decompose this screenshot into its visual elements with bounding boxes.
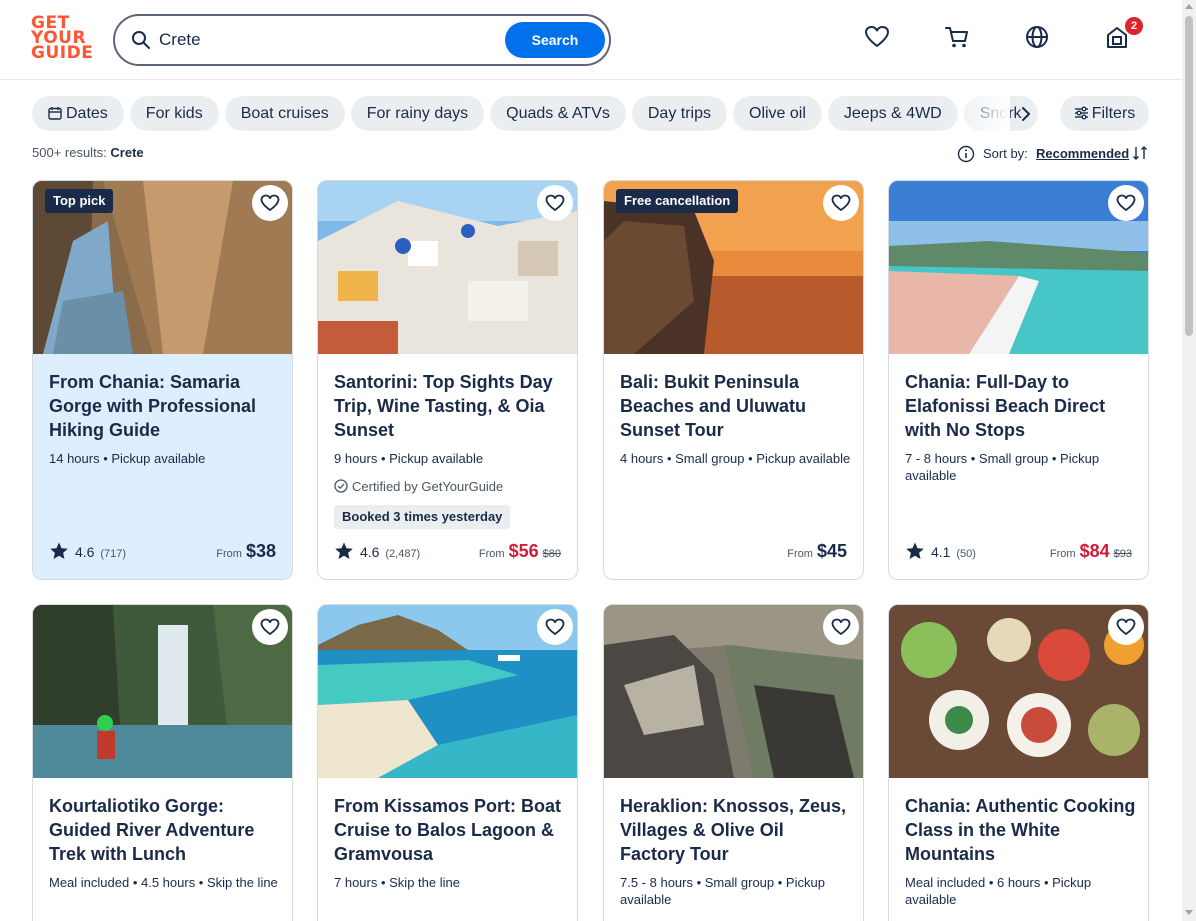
chip-jeeps-4wd[interactable]: Jeeps & 4WD (827, 96, 958, 131)
wishlist-button[interactable] (252, 609, 288, 645)
page-scrollbar[interactable] (1182, 0, 1196, 921)
activity-card[interactable]: Heraklion: Knossos, Zeus, Villages & Oli… (603, 604, 864, 921)
heart-icon (545, 618, 565, 635)
activity-rating: 4.6 (2,487) (334, 541, 420, 561)
chip-olive-oil[interactable]: Olive oil (733, 96, 822, 131)
activity-price: From $84 $93 (1049, 541, 1132, 561)
chip-boat-cruises[interactable]: Boat cruises (224, 96, 345, 131)
activity-card[interactable]: Chania: Full-Day to Elafonissi Beach Dir… (888, 180, 1149, 580)
cart-count-badge: 2 (1125, 17, 1143, 35)
top-header: GET YOUR GUIDE Search 2 (0, 0, 1182, 80)
heart-icon (545, 194, 565, 211)
booked-badge: Booked 3 times yesterday (334, 505, 511, 529)
wishlist-button[interactable] (537, 609, 573, 645)
chevron-right-icon[interactable] (1014, 100, 1040, 128)
cart-icon[interactable] (944, 24, 970, 50)
scrollbar-thumb[interactable] (1185, 16, 1193, 336)
activity-card[interactable]: Top pick From Chania: Samaria Gorge with… (32, 180, 293, 580)
activity-title[interactable]: Heraklion: Knossos, Zeus, Villages & Oli… (620, 794, 852, 866)
activity-title[interactable]: Chania: Authentic Cooking Class in the W… (905, 794, 1137, 866)
activity-meta: 9 hours • Pickup available (334, 451, 484, 466)
chip-dates[interactable]: Dates (32, 96, 124, 131)
activity-price: From $45 (787, 541, 847, 561)
activity-meta: 7 hours • Skip the line (334, 875, 460, 890)
activity-card[interactable]: From Kissamos Port: Boat Cruise to Balos… (317, 604, 578, 921)
heart-icon (831, 194, 851, 211)
info-icon[interactable] (957, 145, 975, 163)
activity-title[interactable]: Santorini: Top Sights Day Trip, Wine Tas… (334, 370, 566, 442)
activity-rating: 4.6 (717) (49, 541, 126, 561)
search-bar: Search (113, 14, 611, 66)
activity-title[interactable]: Chania: Full-Day to Elafonissi Beach Dir… (905, 370, 1137, 442)
star-icon (50, 542, 68, 559)
activity-meta: 7.5 - 8 hours • Small group • Pickup ava… (620, 875, 825, 907)
activity-card[interactable]: Chania: Authentic Cooking Class in the W… (888, 604, 1149, 921)
activity-rating: 4.1 (50) (905, 541, 976, 561)
star-icon (906, 542, 924, 559)
globe-icon[interactable] (1024, 24, 1050, 50)
free-cancellation-badge: Free cancellation (616, 189, 739, 213)
chip-quads-atvs[interactable]: Quads & ATVs (490, 96, 626, 131)
activity-title[interactable]: Bali: Bukit Peninsula Beaches and Uluwat… (620, 370, 852, 442)
scroll-down-arrow[interactable] (1185, 910, 1193, 915)
wishlist-button[interactable] (1108, 609, 1144, 645)
chip-for-kids[interactable]: For kids (129, 96, 219, 131)
activity-card[interactable]: Free cancellation Bali: Bukit Peninsula … (603, 180, 864, 580)
sort-label: Sort by: (983, 146, 1028, 161)
chip-for-rainy-days[interactable]: For rainy days (350, 96, 485, 131)
activity-meta: 14 hours • Pickup available (49, 451, 206, 466)
wishlist-button[interactable] (537, 185, 573, 221)
wishlist-button[interactable] (823, 609, 859, 645)
wishlist-button[interactable] (252, 185, 288, 221)
star-icon (335, 542, 353, 559)
heart-icon[interactable] (864, 24, 890, 50)
heart-icon (260, 618, 280, 635)
chips-fade (950, 96, 1010, 132)
heart-icon (260, 194, 280, 211)
activity-title[interactable]: From Chania: Samaria Gorge with Professi… (49, 370, 281, 442)
activity-meta: Meal included • 6 hours • Pickup availab… (905, 875, 1092, 907)
sort-arrows-icon (1133, 146, 1147, 160)
sort-value[interactable]: Recommended (1036, 146, 1129, 161)
certified-label: Certified by GetYourGuide (334, 479, 503, 494)
activity-title[interactable]: Kourtaliotiko Gorge: Guided River Advent… (49, 794, 281, 866)
heart-icon (1116, 618, 1136, 635)
getyourguide-logo[interactable]: GET YOUR GUIDE (31, 15, 93, 64)
category-chips: Dates For kids Boat cruises For rainy days Q… (32, 96, 1042, 132)
activity-meta: Meal included • 4.5 hours • Skip the lin… (49, 875, 278, 890)
activity-title[interactable]: From Kissamos Port: Boat Cruise to Balos… (334, 794, 566, 866)
activity-price: From $56 $80 (478, 541, 561, 561)
top-pick-badge: Top pick (45, 189, 114, 213)
activity-meta: 4 hours • Small group • Pickup available (620, 451, 851, 466)
heart-icon (831, 618, 851, 635)
results-count: 500+ results: Crete (32, 145, 144, 160)
chip-day-trips[interactable]: Day trips (631, 96, 727, 131)
filters-button[interactable]: Filters (1060, 96, 1149, 131)
calendar-icon (48, 107, 62, 120)
sliders-icon (1074, 106, 1088, 120)
sort-control[interactable]: Sort by: Recommended (957, 145, 1149, 163)
search-icon (132, 31, 150, 49)
heart-icon (1116, 194, 1136, 211)
wishlist-button[interactable] (823, 185, 859, 221)
search-button[interactable]: Search (505, 22, 605, 58)
activity-card[interactable]: Kourtaliotiko Gorge: Guided River Advent… (32, 604, 293, 921)
search-input[interactable] (159, 26, 499, 54)
activity-card[interactable]: Santorini: Top Sights Day Trip, Wine Tas… (317, 180, 578, 580)
wishlist-button[interactable] (1108, 185, 1144, 221)
certified-icon (334, 479, 348, 493)
activity-meta: 7 - 8 hours • Small group • Pickup avail… (905, 451, 1100, 483)
scroll-up-arrow[interactable] (1185, 4, 1193, 9)
activity-price: From $38 (216, 541, 276, 561)
